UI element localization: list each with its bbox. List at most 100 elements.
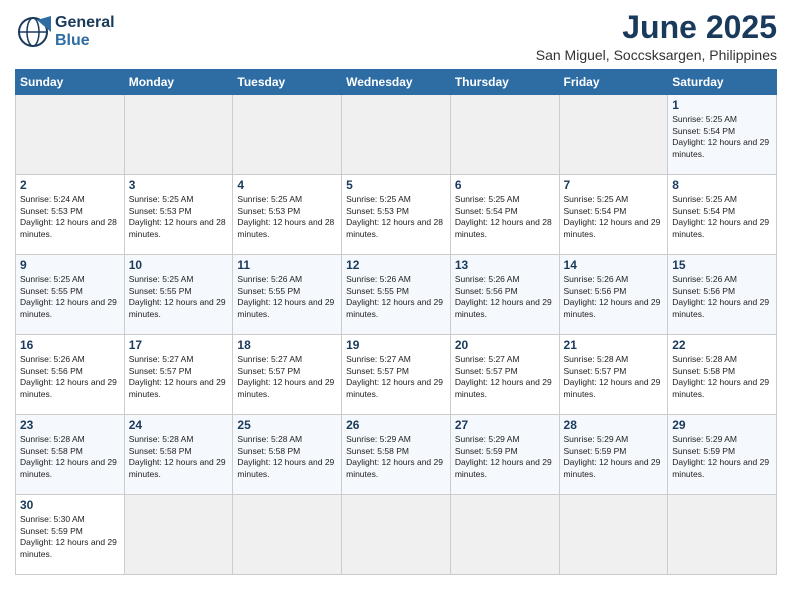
location-subtitle: San Miguel, Soccsksargen, Philippines [536,47,777,63]
day-number: 23 [20,418,120,432]
cell-content: Sunrise: 5:30 AM Sunset: 5:59 PM Dayligh… [20,514,120,560]
day-number: 7 [564,178,664,192]
cell-content: Sunrise: 5:26 AM Sunset: 5:56 PM Dayligh… [564,274,664,320]
calendar-cell [668,495,777,575]
cell-content: Sunrise: 5:26 AM Sunset: 5:56 PM Dayligh… [672,274,772,320]
day-number: 22 [672,338,772,352]
day-number: 29 [672,418,772,432]
calendar-week-row: 16 Sunrise: 5:26 AM Sunset: 5:56 PM Dayl… [16,335,777,415]
calendar-cell: 6 Sunrise: 5:25 AM Sunset: 5:54 PM Dayli… [450,175,559,255]
day-number: 19 [346,338,446,352]
day-number: 8 [672,178,772,192]
calendar-cell: 26 Sunrise: 5:29 AM Sunset: 5:58 PM Dayl… [342,415,451,495]
cell-content: Sunrise: 5:25 AM Sunset: 5:54 PM Dayligh… [672,194,772,240]
cell-content: Sunrise: 5:28 AM Sunset: 5:58 PM Dayligh… [672,354,772,400]
cell-content: Sunrise: 5:26 AM Sunset: 5:55 PM Dayligh… [346,274,446,320]
cell-content: Sunrise: 5:25 AM Sunset: 5:55 PM Dayligh… [129,274,229,320]
calendar-cell: 4 Sunrise: 5:25 AM Sunset: 5:53 PM Dayli… [233,175,342,255]
day-number: 30 [20,498,120,512]
day-number: 28 [564,418,664,432]
calendar-cell: 14 Sunrise: 5:26 AM Sunset: 5:56 PM Dayl… [559,255,668,335]
calendar-cell: 28 Sunrise: 5:29 AM Sunset: 5:59 PM Dayl… [559,415,668,495]
calendar-cell: 27 Sunrise: 5:29 AM Sunset: 5:59 PM Dayl… [450,415,559,495]
cell-content: Sunrise: 5:25 AM Sunset: 5:54 PM Dayligh… [455,194,555,240]
cell-content: Sunrise: 5:25 AM Sunset: 5:55 PM Dayligh… [20,274,120,320]
cell-content: Sunrise: 5:25 AM Sunset: 5:53 PM Dayligh… [129,194,229,240]
calendar-header-wednesday: Wednesday [342,70,451,95]
calendar-cell [16,95,125,175]
cell-content: Sunrise: 5:29 AM Sunset: 5:59 PM Dayligh… [672,434,772,480]
day-number: 25 [237,418,337,432]
cell-content: Sunrise: 5:26 AM Sunset: 5:55 PM Dayligh… [237,274,337,320]
calendar-cell [450,495,559,575]
cell-content: Sunrise: 5:25 AM Sunset: 5:53 PM Dayligh… [237,194,337,240]
calendar-header-row: SundayMondayTuesdayWednesdayThursdayFrid… [16,70,777,95]
calendar-cell: 16 Sunrise: 5:26 AM Sunset: 5:56 PM Dayl… [16,335,125,415]
calendar-cell: 5 Sunrise: 5:25 AM Sunset: 5:53 PM Dayli… [342,175,451,255]
day-number: 4 [237,178,337,192]
calendar-week-row: 9 Sunrise: 5:25 AM Sunset: 5:55 PM Dayli… [16,255,777,335]
cell-content: Sunrise: 5:28 AM Sunset: 5:58 PM Dayligh… [237,434,337,480]
cell-content: Sunrise: 5:26 AM Sunset: 5:56 PM Dayligh… [455,274,555,320]
cell-content: Sunrise: 5:29 AM Sunset: 5:59 PM Dayligh… [455,434,555,480]
calendar-cell [124,495,233,575]
calendar-header-sunday: Sunday [16,70,125,95]
day-number: 12 [346,258,446,272]
day-number: 2 [20,178,120,192]
calendar-cell: 19 Sunrise: 5:27 AM Sunset: 5:57 PM Dayl… [342,335,451,415]
calendar-table: SundayMondayTuesdayWednesdayThursdayFrid… [15,69,777,575]
calendar-cell [342,495,451,575]
cell-content: Sunrise: 5:29 AM Sunset: 5:59 PM Dayligh… [564,434,664,480]
day-number: 15 [672,258,772,272]
calendar-header-saturday: Saturday [668,70,777,95]
title-block: June 2025 San Miguel, Soccsksargen, Phil… [536,10,777,63]
calendar-cell: 1 Sunrise: 5:25 AM Sunset: 5:54 PM Dayli… [668,95,777,175]
calendar-cell [233,495,342,575]
logo-icon [15,14,51,50]
calendar-header-monday: Monday [124,70,233,95]
header: General Blue June 2025 San Miguel, Soccs… [15,10,777,63]
cell-content: Sunrise: 5:25 AM Sunset: 5:54 PM Dayligh… [564,194,664,240]
calendar-cell: 29 Sunrise: 5:29 AM Sunset: 5:59 PM Dayl… [668,415,777,495]
calendar-cell: 10 Sunrise: 5:25 AM Sunset: 5:55 PM Dayl… [124,255,233,335]
calendar-cell: 22 Sunrise: 5:28 AM Sunset: 5:58 PM Dayl… [668,335,777,415]
day-number: 13 [455,258,555,272]
day-number: 10 [129,258,229,272]
calendar-cell [450,95,559,175]
calendar-cell [559,495,668,575]
calendar-cell [342,95,451,175]
calendar-cell: 3 Sunrise: 5:25 AM Sunset: 5:53 PM Dayli… [124,175,233,255]
calendar-cell: 12 Sunrise: 5:26 AM Sunset: 5:55 PM Dayl… [342,255,451,335]
calendar-cell: 9 Sunrise: 5:25 AM Sunset: 5:55 PM Dayli… [16,255,125,335]
cell-content: Sunrise: 5:28 AM Sunset: 5:58 PM Dayligh… [20,434,120,480]
day-number: 18 [237,338,337,352]
day-number: 11 [237,258,337,272]
calendar-cell [233,95,342,175]
calendar-week-row: 23 Sunrise: 5:28 AM Sunset: 5:58 PM Dayl… [16,415,777,495]
cell-content: Sunrise: 5:28 AM Sunset: 5:57 PM Dayligh… [564,354,664,400]
calendar-cell: 13 Sunrise: 5:26 AM Sunset: 5:56 PM Dayl… [450,255,559,335]
calendar-cell: 18 Sunrise: 5:27 AM Sunset: 5:57 PM Dayl… [233,335,342,415]
cell-content: Sunrise: 5:27 AM Sunset: 5:57 PM Dayligh… [237,354,337,400]
calendar-week-row: 2 Sunrise: 5:24 AM Sunset: 5:53 PM Dayli… [16,175,777,255]
page-container: General Blue June 2025 San Miguel, Soccs… [0,0,792,585]
day-number: 3 [129,178,229,192]
calendar-cell: 8 Sunrise: 5:25 AM Sunset: 5:54 PM Dayli… [668,175,777,255]
day-number: 5 [346,178,446,192]
cell-content: Sunrise: 5:26 AM Sunset: 5:56 PM Dayligh… [20,354,120,400]
day-number: 27 [455,418,555,432]
logo: General Blue [15,14,115,50]
day-number: 9 [20,258,120,272]
day-number: 21 [564,338,664,352]
calendar-week-row: 1 Sunrise: 5:25 AM Sunset: 5:54 PM Dayli… [16,95,777,175]
cell-content: Sunrise: 5:24 AM Sunset: 5:53 PM Dayligh… [20,194,120,240]
calendar-header-tuesday: Tuesday [233,70,342,95]
calendar-cell: 17 Sunrise: 5:27 AM Sunset: 5:57 PM Dayl… [124,335,233,415]
calendar-cell: 21 Sunrise: 5:28 AM Sunset: 5:57 PM Dayl… [559,335,668,415]
day-number: 20 [455,338,555,352]
calendar-cell: 20 Sunrise: 5:27 AM Sunset: 5:57 PM Dayl… [450,335,559,415]
day-number: 14 [564,258,664,272]
calendar-cell [124,95,233,175]
cell-content: Sunrise: 5:25 AM Sunset: 5:54 PM Dayligh… [672,114,772,160]
cell-content: Sunrise: 5:27 AM Sunset: 5:57 PM Dayligh… [129,354,229,400]
